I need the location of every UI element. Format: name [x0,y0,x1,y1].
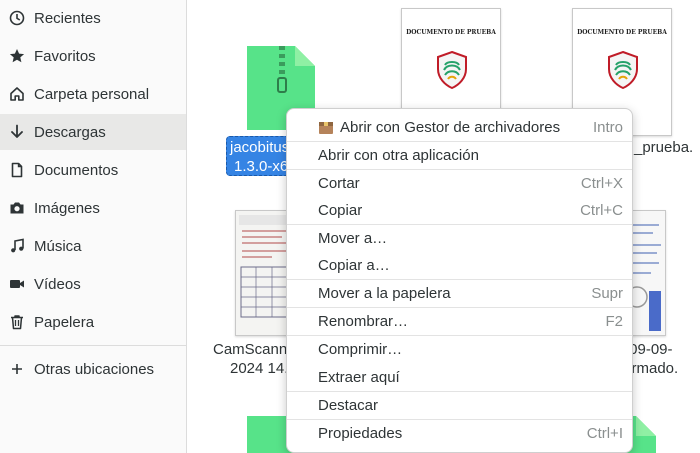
menu-item-label: Abrir con Gestor de archivadores [340,118,561,136]
file-name-line2: 1.3.0-x6 [234,158,289,175]
menu-item-abrir-otra-aplicacion[interactable]: Abrir con otra aplicación [287,141,632,169]
menu-item-label: Abrir con otra aplicación [318,146,479,164]
menu-item-label: Comprimir… [318,340,403,358]
sidebar-item-label: Favoritos [34,47,96,65]
sidebar-item-label: Descargas [34,123,106,141]
menu-item-label: Copiar [318,201,363,219]
sidebar-item-videos[interactable]: Vídeos [0,266,186,302]
sidebar-item-musica[interactable]: Música [0,228,186,264]
menu-item-destacar[interactable]: Destacar [287,391,632,419]
menu-item-label: Copiar a… [318,256,390,274]
sidebar-item-documentos[interactable]: Documentos [0,152,186,188]
menu-item-label: Renombrar… [318,312,409,330]
menu-item-extraer-aqui[interactable]: Extraer aquí [287,363,632,391]
sidebar-item-favoritos[interactable]: Favoritos [0,38,186,74]
sidebar-item-label: Papelera [34,313,95,331]
star-icon [8,47,26,65]
sidebar-item-label: Carpeta personal [34,85,150,103]
shield-emblem-icon [608,51,638,89]
menu-item-label: Cortar [318,174,360,192]
menu-item-label: Destacar [318,396,379,414]
sidebar-item-label: Recientes [34,9,101,27]
sidebar-item-descargas[interactable]: Descargas [0,114,186,150]
file-caption-doc2: _prueba. [634,139,694,156]
menu-item-mover-a[interactable]: Mover a… [287,224,632,252]
menu-item-copiar[interactable]: Copiar Ctrl+C [287,196,632,224]
sidebar-item-label: Imágenes [34,199,100,217]
file-caption-camscanner-line1: CamScanne [213,341,296,358]
menu-item-label: Propiedades [318,424,403,442]
menu-item-cortar[interactable]: Cortar Ctrl+X [287,169,632,197]
menu-item-renombrar[interactable]: Renombrar… F2 [287,307,632,335]
menu-item-accelerator: Ctrl+I [586,424,623,442]
document-thumbnail-title: DOCUMENTO DE PRUEBA [577,29,667,36]
menu-item-abrir-gestor-archivadores[interactable]: Abrir con Gestor de archivadores Intro [287,113,632,141]
sidebar-item-label: Vídeos [34,275,81,293]
menu-item-accelerator: Ctrl+X [580,174,623,192]
shield-emblem-icon [437,51,467,89]
sidebar-item-label: Otras ubicaciones [34,360,155,378]
video-icon [8,275,26,293]
sidebar-item-label: Documentos [34,161,119,179]
sidebar-item-otras-ubicaciones[interactable]: Otras ubicaciones [0,351,186,387]
trash-icon [8,313,26,331]
menu-item-propiedades[interactable]: Propiedades Ctrl+I [287,419,632,447]
sidebar-item-papelera[interactable]: Papelera [0,304,186,340]
menu-item-label: Extraer aquí [318,368,400,386]
clock-icon [8,9,26,27]
sidebar-item-carpeta-personal[interactable]: Carpeta personal [0,76,186,112]
document-icon [8,161,26,179]
menu-item-label: Mover a la papelera [318,284,451,302]
music-icon [8,237,26,255]
menu-item-accelerator: Ctrl+C [580,201,623,219]
sidebar: Recientes Favoritos Carpeta personal Des… [0,0,187,453]
menu-item-mover-papelera[interactable]: Mover a la papelera Supr [287,279,632,307]
menu-item-label: Mover a… [318,229,388,247]
archive-manager-icon [319,122,333,134]
menu-item-copiar-a[interactable]: Copiar a… [287,251,632,279]
menu-item-accelerator: F2 [605,312,623,330]
home-icon [8,85,26,103]
camera-icon [8,199,26,217]
file-caption-camscanner-line2: 2024 14. [230,360,289,377]
document-thumbnail-title: DOCUMENTO DE PRUEBA [406,29,496,36]
sidebar-separator [0,345,186,346]
menu-item-comprimir[interactable]: Comprimir… [287,335,632,363]
sidebar-item-label: Música [34,237,82,255]
download-icon [8,123,26,141]
file-name-line1: jacobitus [230,139,290,156]
sidebar-item-imagenes[interactable]: Imágenes [0,190,186,226]
menu-item-accelerator: Supr [591,284,623,302]
plus-icon [8,360,26,378]
context-menu: Abrir con Gestor de archivadores Intro A… [286,108,633,453]
sidebar-item-recientes[interactable]: Recientes [0,0,186,36]
menu-item-accelerator: Intro [592,118,623,136]
